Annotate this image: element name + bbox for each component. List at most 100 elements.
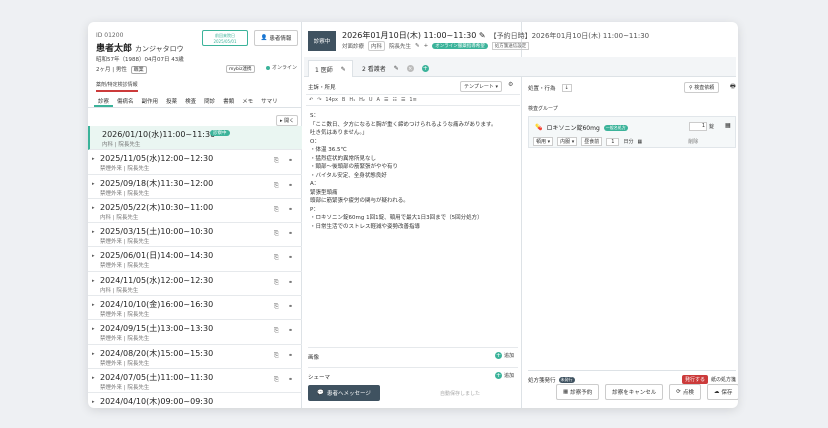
soap-note[interactable]: S： 「ここ数日、夕方になると胸が重く締めつけられるような痛みがあります。 吐き気は…: [310, 112, 518, 231]
add-tab-icon[interactable]: +: [421, 65, 429, 72]
toolbar-button[interactable]: H₂: [359, 97, 365, 103]
toolbar-button[interactable]: U: [369, 97, 373, 103]
copy-icon[interactable]: ⎘: [274, 230, 279, 238]
left-tab[interactable]: サマリ: [257, 94, 282, 107]
test-request-button[interactable]: ⚲ 検査依頼: [684, 82, 720, 93]
frequency-select[interactable]: 昼食前: [581, 137, 603, 146]
add-image-button[interactable]: + 追加: [494, 352, 514, 359]
cancel-visit-button[interactable]: 診察をキャンセル: [605, 384, 664, 400]
copy-icon[interactable]: ⎘: [274, 303, 279, 311]
add-icon[interactable]: +: [424, 43, 429, 49]
patient-info-button[interactable]: 👤 患者情報: [254, 30, 298, 46]
pencil-icon[interactable]: ✎: [341, 66, 346, 73]
bundle-icon[interactable]: ⚭: [288, 352, 293, 359]
bundle-icon[interactable]: ⚭: [288, 327, 293, 334]
pencil-icon[interactable]: ✎: [394, 65, 399, 72]
visit-datetime: 2024/11/05(水)12:00~12:30: [100, 275, 214, 285]
note-line: P：: [310, 206, 319, 213]
toolbar-button[interactable]: H₁: [349, 97, 355, 103]
close-icon[interactable]: ×: [406, 65, 414, 72]
visit-dept: 禁煙外来 | 院長先生: [100, 190, 150, 197]
tab-nurse[interactable]: 2 看護者 ✎ × +: [356, 60, 435, 77]
bundle-icon[interactable]: ⚭: [288, 279, 293, 286]
toolbar-button[interactable]: ☰: [401, 97, 405, 103]
left-tab[interactable]: メモ: [238, 94, 257, 107]
online-badge: オンライン服薬指導希望: [432, 43, 488, 49]
visit-datetime: 2026/01/10(水)11:00~11:30: [102, 130, 216, 139]
left-tab[interactable]: 診察: [94, 94, 114, 107]
copy-icon[interactable]: ⎘: [274, 254, 279, 262]
bundle-icon[interactable]: ⚭: [288, 230, 293, 237]
gear-icon[interactable]: ⚙: [508, 81, 513, 88]
edit-icon[interactable]: ✎: [415, 43, 420, 49]
toolbar-button[interactable]: ☰: [384, 97, 388, 103]
visit-item[interactable]: ▸ 2024/11/05(水)12:00~12:30 内科 | 院長先生 ⎘ ⚭: [88, 272, 302, 297]
toolbar-button[interactable]: B: [342, 97, 345, 103]
copy-icon[interactable]: ⎘: [274, 279, 279, 287]
left-tab[interactable]: 問診: [200, 94, 219, 107]
visit-item[interactable]: ▸ 2024/08/20(木)15:00~15:30 禁煙外来 | 院長先生 ⎘ ⚭: [88, 345, 302, 369]
visit-item[interactable]: 2026/01/10(水)11:00~11:30 内科 | 院長先生 診察中: [88, 126, 302, 151]
autosave-status: 自動保存しました: [440, 391, 481, 397]
toolbar-button[interactable]: 14px: [325, 97, 338, 103]
form-select[interactable]: 内服 ▾: [557, 137, 578, 146]
copy-icon[interactable]: ⎘: [274, 206, 279, 214]
mynumber-badge: mybiz連携: [226, 65, 255, 73]
calendar-icon[interactable]: ▦: [725, 122, 731, 129]
rx-setting-link[interactable]: 処方箋送信設定: [491, 42, 530, 50]
save-button[interactable]: ☁ 保存: [706, 384, 738, 400]
toolbar-button[interactable]: ☷: [392, 97, 396, 103]
route-select[interactable]: 頓用 ▾: [533, 137, 554, 146]
visit-item[interactable]: ▸ 2025/09/18(木)11:30~12:00 禁煙外来 | 院長先生 ⎘ ⚭: [88, 175, 302, 199]
copy-icon[interactable]: ⎘: [274, 182, 279, 190]
copy-icon[interactable]: ⎘: [274, 157, 279, 165]
remove-button[interactable]: 削除: [688, 138, 698, 145]
karte-window: ID 01200 患者太郎 カンジャタロウ 昭和57年（1988）04月07日 4…: [88, 22, 738, 408]
visit-item[interactable]: ▸ 2025/06/01(日)14:00~14:30 禁煙外来 | 院長先生 ⎘ ⚭: [88, 247, 302, 272]
book-visit-button[interactable]: ▦ 診察予約: [556, 384, 600, 400]
message-patient-button[interactable]: 💬 患者へメッセージ: [308, 385, 380, 401]
left-tab[interactable]: 投薬: [162, 94, 181, 107]
encounter-datetime: 2026年01月10日(木) 11:00~11:30 ✎ 【予約日時】2026年0…: [342, 31, 650, 40]
tab-doctor[interactable]: 1 医師 ✎: [308, 60, 353, 77]
bundle-icon[interactable]: ⚭: [288, 303, 293, 310]
toolbar-button[interactable]: ↷: [317, 97, 321, 103]
left-tab[interactable]: 傷病名: [113, 94, 138, 107]
calendar-icon: ▦: [563, 389, 569, 395]
expand-button[interactable]: ▸ 開く: [276, 115, 299, 126]
visit-item[interactable]: ▸ 2024/04/10(木)09:00~09:30: [88, 393, 302, 408]
visit-item[interactable]: ▸ 2024/09/15(土)13:00~13:30 禁煙外来 | 院長先生 ⎘ ⚭: [88, 320, 302, 345]
check-button[interactable]: ⟳ 点検: [669, 384, 701, 400]
dept-chip[interactable]: 内科: [368, 41, 386, 51]
issue-rx-button[interactable]: 発行する: [681, 375, 708, 384]
visit-datetime: 2025/05/22(木)10:30~11:00: [100, 202, 214, 212]
toolbar-button[interactable]: 1≡: [409, 97, 416, 103]
calendar-icon[interactable]: ▦: [637, 139, 642, 145]
copy-icon[interactable]: ⎘: [274, 352, 279, 360]
occupation-chip[interactable]: 職業: [130, 66, 147, 74]
bundle-icon[interactable]: ⚭: [288, 376, 293, 383]
visit-item[interactable]: ▸ 2025/11/05(水)12:00~12:30 禁煙外来 | 院長先生 ⎘ ⚭: [88, 150, 302, 175]
add-schema-button[interactable]: + 追加: [494, 372, 514, 379]
left-tab[interactable]: 書類: [219, 94, 238, 107]
copy-icon[interactable]: ⎘: [274, 327, 279, 335]
drug-info-link[interactable]: 薬剤/特定検診情報: [96, 81, 138, 92]
bundle-icon[interactable]: ⚭: [288, 206, 293, 213]
visit-item[interactable]: ▸ 2024/07/05(土)11:00~11:30 禁煙外来 | 院長先生 ⎘ ⚭: [88, 369, 302, 394]
visit-item[interactable]: ▸ 2025/03/15(土)10:00~10:30 禁煙外来 | 院長先生 ⎘ ⚭: [88, 223, 302, 248]
download-icon[interactable]: ↓: [561, 84, 572, 92]
bundle-icon[interactable]: ⚭: [288, 157, 293, 164]
quantity-input[interactable]: 1: [689, 122, 707, 131]
visit-item[interactable]: ▸ 2024/10/10(金)16:00~16:30 禁煙外来 | 院長先生 ⎘ ⚭: [88, 296, 302, 321]
copy-icon[interactable]: ⎘: [274, 376, 279, 384]
visit-item[interactable]: ▸ 2025/05/22(木)10:30~11:00 内科 | 院長先生 ⎘ ⚭: [88, 199, 302, 224]
bundle-icon[interactable]: ⚭: [288, 182, 293, 189]
toolbar-button[interactable]: A: [377, 97, 380, 103]
print-icon[interactable]: 🖶: [730, 82, 736, 92]
bundle-icon[interactable]: ⚭: [288, 254, 293, 261]
days-input[interactable]: 1: [606, 137, 620, 146]
left-tab[interactable]: 検査: [181, 94, 200, 107]
toolbar-button[interactable]: ↶: [309, 97, 313, 103]
left-tab[interactable]: 副作用: [138, 94, 163, 107]
template-dropdown[interactable]: テンプレート ▾: [460, 81, 502, 92]
